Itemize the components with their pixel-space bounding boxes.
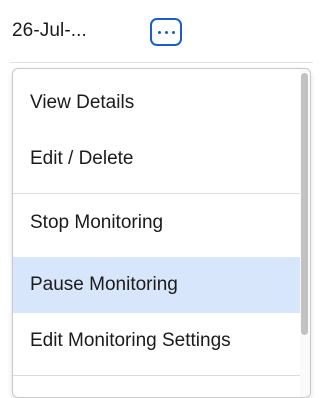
menu-item-edit-monitoring-settings[interactable]: Edit Monitoring Settings [13, 313, 310, 369]
actions-dropdown-menu: View Details Edit / Delete Stop Monitori… [12, 68, 311, 398]
table-row: 26-Jul-... [0, 0, 323, 62]
menu-item-view-details[interactable]: View Details [13, 75, 310, 131]
more-actions-button[interactable] [150, 18, 182, 46]
menu-item-stop-monitoring[interactable]: Stop Monitoring [13, 195, 310, 251]
menu-item-label: Edit / Delete [30, 148, 134, 169]
menu-item-label: Pause Monitoring [30, 274, 178, 295]
date-cell: 26-Jul-... [12, 20, 87, 41]
menu-item-edit-delete[interactable]: Edit / Delete [13, 131, 310, 187]
menu-item-label: Edit Monitoring Settings [30, 330, 231, 351]
menu-separator [13, 375, 310, 376]
menu-item-label: Stop Monitoring [30, 212, 164, 233]
row-divider [10, 62, 313, 63]
more-horizontal-icon [157, 30, 175, 34]
menu-item-label: View Details [30, 92, 135, 113]
menu-separator [13, 193, 310, 194]
menu-scrollbar[interactable] [300, 69, 310, 397]
scrollbar-thumb[interactable] [301, 73, 308, 335]
menu-item-pause-monitoring[interactable]: Pause Monitoring [13, 257, 310, 313]
